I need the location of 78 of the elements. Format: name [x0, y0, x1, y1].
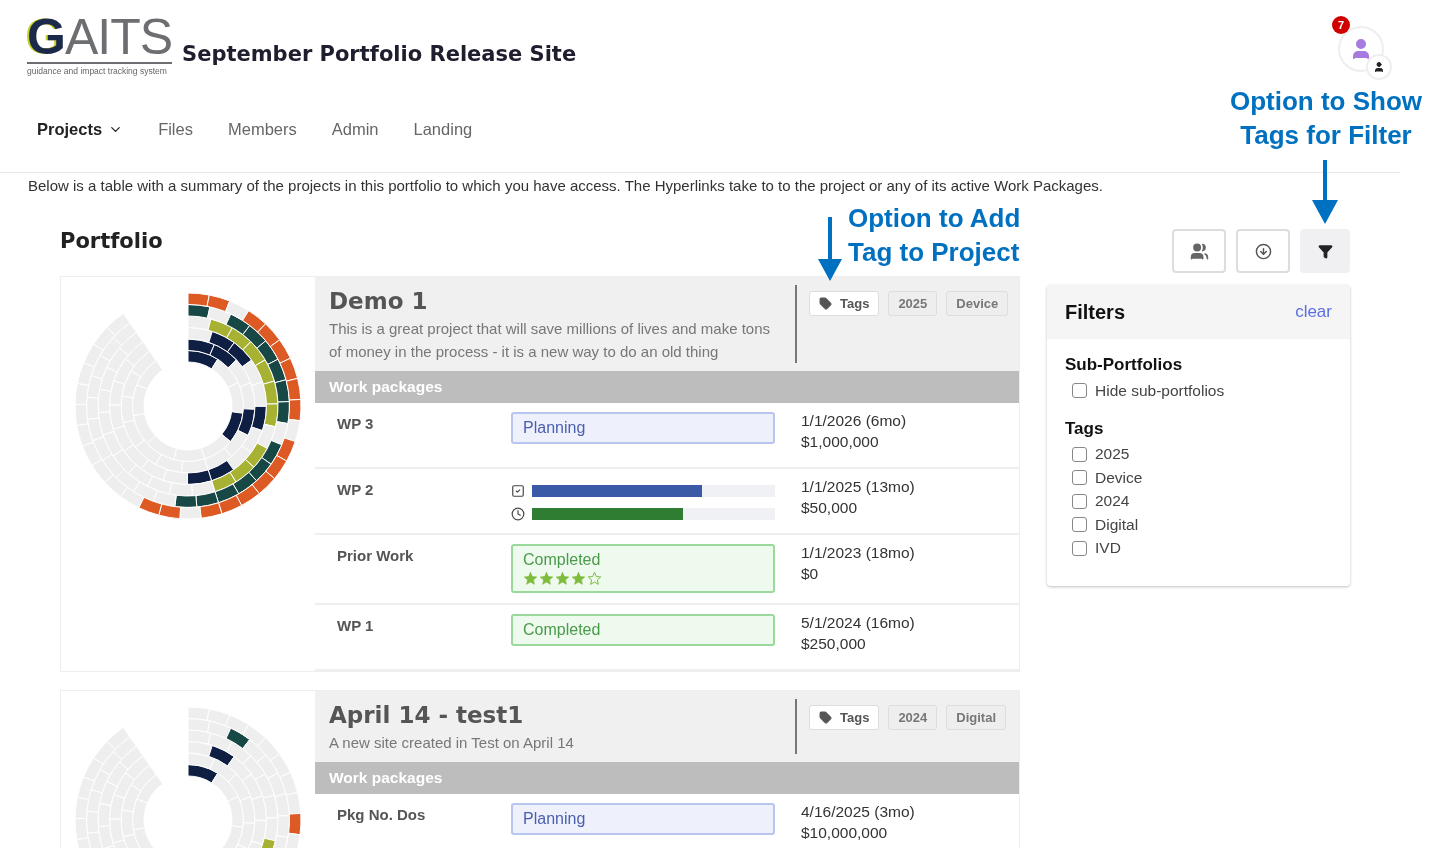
people-icon	[1189, 241, 1209, 261]
project-title[interactable]: Demo 1	[329, 285, 785, 317]
work-packages-header: Work packages	[315, 762, 1019, 794]
project-description: A new site created in Test on April 14	[329, 733, 575, 753]
checkbox[interactable]	[1072, 383, 1087, 399]
budget-amount: $10,000,000	[801, 824, 889, 842]
checkbox-label: Hide sub-portfolios	[1095, 381, 1225, 400]
checkbox[interactable]	[1072, 470, 1087, 486]
star-icon	[587, 571, 602, 586]
checkbox[interactable]	[1072, 540, 1087, 556]
start-date: 5/1/2024 (16mo)	[801, 614, 915, 632]
checkbox[interactable]	[1072, 493, 1087, 509]
tag-icon	[819, 711, 832, 724]
nav-link[interactable]: Admin	[331, 119, 379, 139]
tags-button[interactable]: Tags	[809, 291, 880, 316]
checkbox-label: 2025	[1095, 445, 1130, 464]
status-badge: Completed	[511, 544, 775, 593]
star-icon	[571, 571, 586, 586]
work-package-link[interactable]: WP 1	[315, 614, 511, 659]
filters-title: Filters	[1065, 300, 1126, 324]
tag-chip: Device	[946, 291, 1009, 316]
portfolio-title: Portfolio	[60, 229, 163, 253]
budget-amount: $250,000	[801, 635, 867, 653]
checkbox[interactable]	[1072, 517, 1087, 533]
notification-badge: 7	[1332, 16, 1350, 34]
checkbox-label: Digital	[1095, 515, 1139, 534]
intro-text: Below is a table with a summary of the projects in this portfolio to which you have access. The Hyperlinks take to to the project or any of its active Work Packages.	[28, 177, 1104, 194]
annotation-text: Option to Add Tag to Project	[848, 202, 1022, 269]
work-package-link[interactable]: WP 2	[315, 478, 511, 523]
tags-button[interactable]: Tags	[809, 705, 880, 730]
project-title[interactable]: April 14 - test1	[329, 699, 785, 731]
checkbox[interactable]	[1072, 446, 1087, 462]
work-package-link[interactable]: WP 3	[315, 412, 511, 457]
logo: GAITS	[27, 14, 173, 64]
checkbox-icon	[511, 484, 525, 498]
filter-button[interactable]	[1300, 229, 1350, 273]
filter-section-title: Sub-Portfolios	[1065, 355, 1184, 375]
account-button[interactable]	[1366, 54, 1392, 80]
budget-amount: $1,000,000	[801, 433, 880, 451]
work-package-link[interactable]: Prior Work	[315, 544, 511, 593]
tag-chip: Digital	[946, 705, 1007, 730]
filter-section-title: Tags	[1065, 418, 1105, 439]
checkbox-label: 2024	[1095, 492, 1130, 511]
tag-icon	[819, 297, 832, 310]
clear-link[interactable]: clear	[1295, 302, 1332, 322]
nav-link[interactable]: Landing	[413, 119, 473, 139]
start-date: 1/1/2023 (18mo)	[801, 544, 915, 562]
tag-chip: 2024	[888, 705, 938, 730]
work-packages-header: Work packages	[315, 371, 1019, 403]
members-button[interactable]	[1172, 229, 1226, 273]
star-icon	[555, 571, 570, 586]
nav-link[interactable]: Members	[227, 119, 297, 139]
project-description: This is a great project that will save millions of lives and make tons of money in the process - it is a new way to do an old thing	[329, 319, 772, 362]
start-date: 4/16/2025 (3mo)	[801, 803, 915, 821]
start-date: 1/1/2025 (13mo)	[801, 478, 915, 496]
annotation-arrow	[1312, 160, 1338, 224]
nav-link[interactable]: Projects	[37, 119, 124, 139]
clock-icon	[511, 507, 525, 521]
annotation-text: Option to Show Tags for Filter	[1228, 85, 1424, 152]
status-badge: Planning	[511, 412, 775, 444]
download-icon	[1254, 242, 1272, 260]
work-package-link[interactable]: Pkg No. Dos	[315, 803, 511, 848]
status-badge: Completed	[511, 614, 775, 646]
filter-icon	[1317, 243, 1333, 259]
status-badge: Planning	[511, 803, 775, 835]
download-button[interactable]	[1236, 229, 1290, 273]
nav-link[interactable]: Files	[158, 119, 193, 139]
site-title: September Portfolio Release Site	[182, 42, 577, 66]
tag-chip: 2025	[888, 291, 938, 316]
budget-amount: $50,000	[801, 499, 859, 517]
star-icon	[523, 571, 538, 586]
budget-amount: $0	[801, 565, 820, 583]
checkbox-label: Device	[1095, 468, 1143, 487]
star-icon	[539, 571, 554, 586]
checkbox-label: IVD	[1095, 539, 1121, 558]
start-date: 1/1/2026 (6mo)	[801, 412, 907, 430]
annotation-arrow	[818, 217, 842, 281]
logo-tagline: guidance and impact tracking system	[27, 66, 168, 76]
